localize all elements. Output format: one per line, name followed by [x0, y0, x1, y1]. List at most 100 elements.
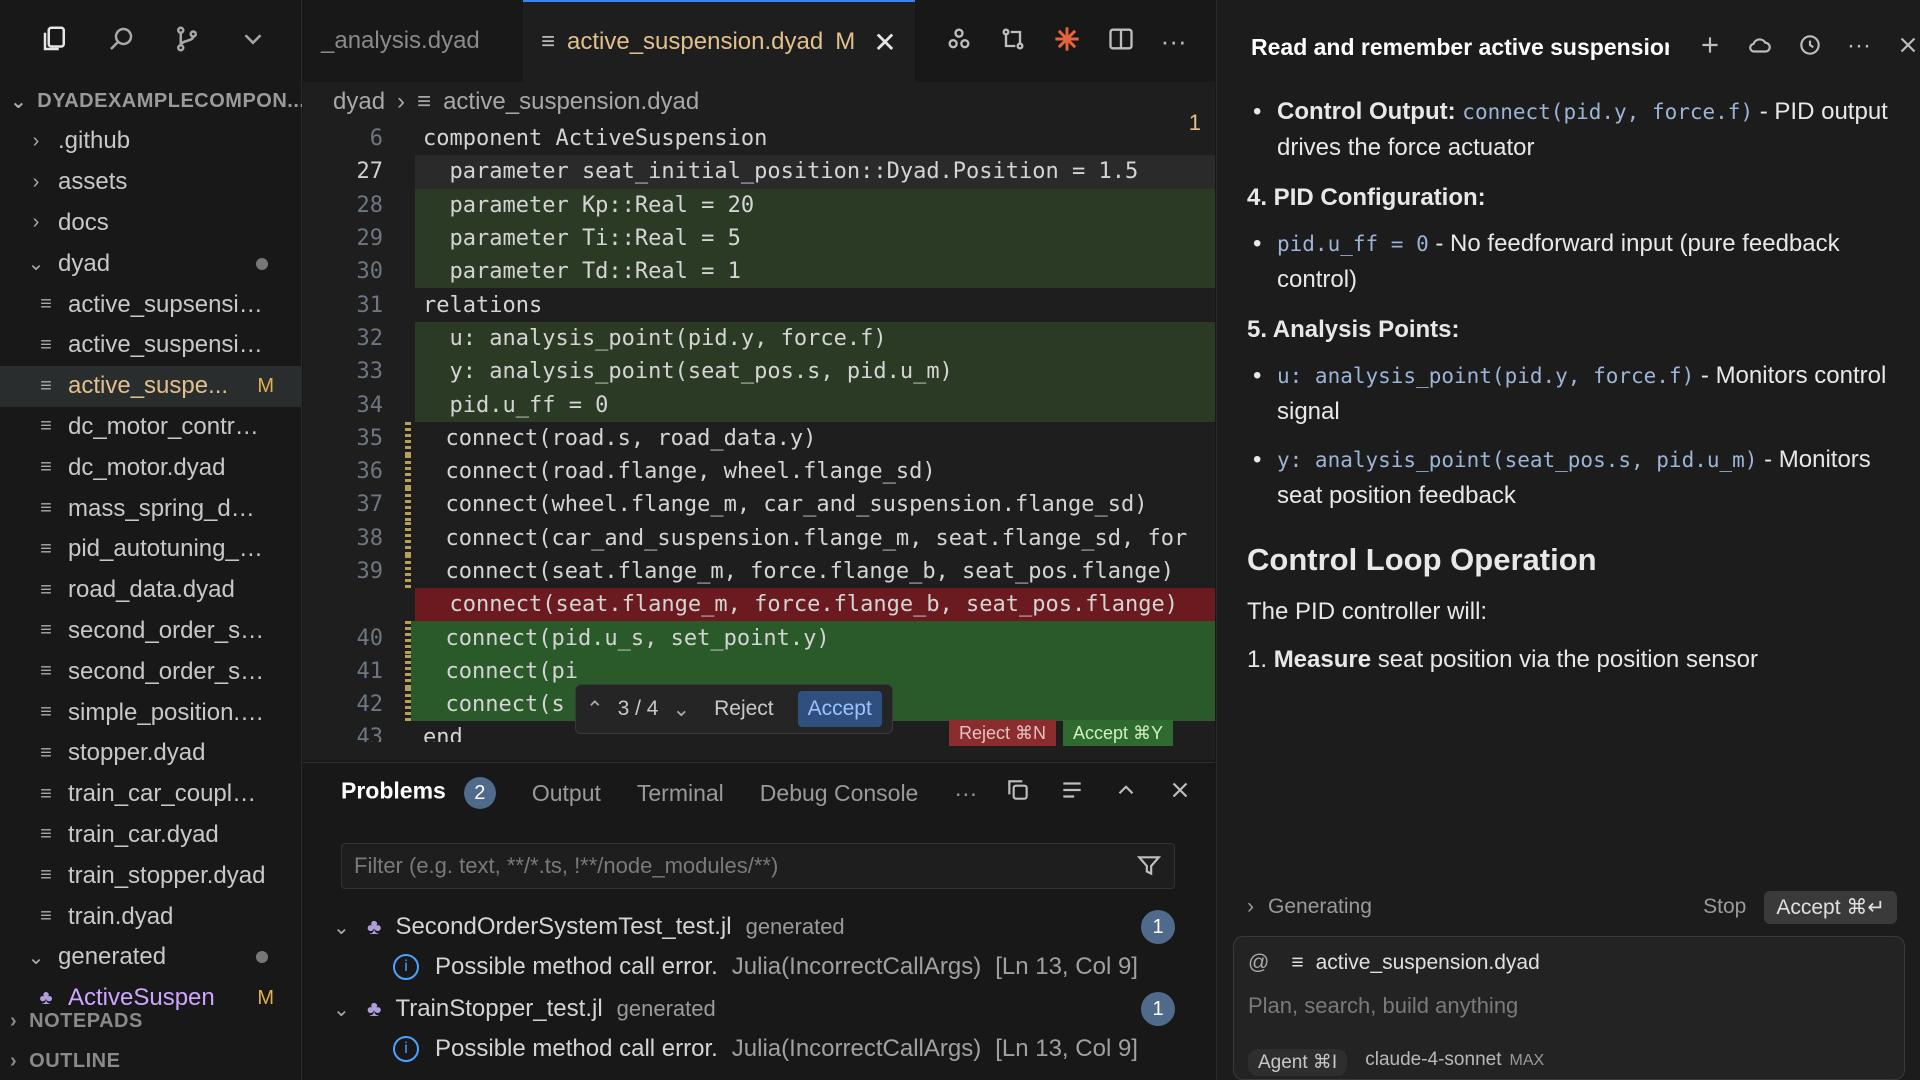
tree-folder[interactable]: ⌄ generated: [0, 937, 302, 978]
tree-folder[interactable]: › assets: [0, 162, 302, 203]
code-line[interactable]: 39 connect(seat.flange_m, force.flange_b…: [303, 554, 1215, 589]
filter-icon[interactable]: [1136, 853, 1162, 879]
tree-file[interactable]: ≡ second_order_syst...: [0, 611, 302, 652]
problem-message[interactable]: i Possible method call error. Julia(Incorr…: [393, 947, 1138, 987]
explorer-root-title[interactable]: ⌄ DYADEXAMPLECOMPON...: [0, 84, 302, 118]
code-line[interactable]: 33 y: analysis_point(seat_pos.s, pid.u_m…: [303, 355, 1215, 389]
code-text: relations: [423, 292, 543, 318]
close-icon[interactable]: [1167, 777, 1193, 808]
list-icon[interactable]: [1059, 777, 1085, 808]
code-line[interactable]: 6 component ActiveSuspension: [303, 122, 1215, 155]
chevron-up-icon[interactable]: ⌃: [586, 697, 604, 722]
tree-file[interactable]: ≡ second_order_syst...: [0, 651, 302, 692]
code-area[interactable]: 6 component ActiveSuspension 27 parameter …: [303, 122, 1215, 742]
code-line[interactable]: 28 parameter Kp::Real = 20: [303, 188, 1215, 222]
section-heading: Control Loop Operation: [1247, 542, 1597, 577]
tab-problems[interactable]: Problems 2: [341, 777, 496, 809]
reject-shortcut-button[interactable]: Reject ⌘N: [949, 720, 1057, 746]
split-editor-icon[interactable]: [1107, 25, 1135, 58]
cloud-icon[interactable]: [1747, 32, 1773, 63]
reject-button[interactable]: Reject: [704, 691, 784, 727]
code-text: connect(wheel.flange_m, car_and_suspensi…: [419, 492, 1148, 518]
code-text: pid.u_ff = 0: [415, 388, 1215, 422]
code-line[interactable]: 36 connect(road.flange, wheel.flange_sd): [303, 454, 1215, 489]
code-line[interactable]: 37 connect(wheel.flange_m, car_and_suspe…: [303, 488, 1215, 522]
context-chip[interactable]: @ ≡ active_suspension.dyad: [1248, 951, 1540, 975]
tree-file[interactable]: ≡ train.dyad: [0, 896, 302, 937]
close-icon[interactable]: ✕: [873, 26, 896, 59]
tab-terminal[interactable]: Terminal: [637, 780, 724, 807]
problem-message[interactable]: i Possible method call error. Julia(Incorr…: [393, 1029, 1138, 1069]
problem-count-badge: 1: [1141, 910, 1175, 944]
tab-active-suspension[interactable]: ≡ active_suspension.dyad M ✕: [523, 0, 915, 82]
code-text: connect(seat.flange_m, force.flange_b, s…: [419, 559, 1174, 584]
chevron-down-icon[interactable]: [238, 24, 268, 59]
tree-file[interactable]: ≡ train_car_coupler.d...: [0, 774, 302, 815]
chat-input[interactable]: @ ≡ active_suspension.dyad Plan, search,…: [1233, 936, 1905, 1080]
problems-filter-input[interactable]: Filter (e.g. text, **/*.ts, !**/node_mod…: [341, 843, 1175, 889]
tree-item-label: docs: [58, 208, 109, 236]
agent-mode-dropdown[interactable]: Agent ⌘I: [1248, 1049, 1348, 1076]
chevron-down-icon[interactable]: ⌄: [672, 697, 690, 722]
outline-section[interactable]: › OUTLINE: [0, 1042, 302, 1080]
code-line[interactable]: 27 parameter seat_initial_position::Dyad…: [303, 155, 1215, 189]
close-icon[interactable]: [1895, 32, 1920, 63]
tree-file[interactable]: ≡ dc_motor_controll...: [0, 407, 302, 448]
code-line[interactable]: 29 parameter Ti::Real = 5: [303, 221, 1215, 256]
tree-folder[interactable]: › .github: [0, 121, 302, 162]
accept-button[interactable]: Accept: [797, 691, 882, 727]
compare-changes-icon[interactable]: [999, 25, 1027, 58]
stop-button[interactable]: Stop: [1703, 895, 1746, 919]
tree-file[interactable]: ≡ mass_spring_dam...: [0, 488, 302, 529]
problem-file-group[interactable]: ⌄ ♣ SecondOrderSystemTest_test.jl generated…: [333, 907, 1193, 947]
model-selector[interactable]: claude-4-sonnet MAX: [1365, 1049, 1544, 1076]
list-item: u: analysis_point(pid.y, force.f) - Moni…: [1253, 358, 1907, 430]
code-line[interactable]: 35 connect(road.s, road_data.y): [303, 421, 1215, 455]
breadcrumb-folder[interactable]: dyad: [333, 88, 385, 116]
tree-file[interactable]: ≡ simple_position.dy...: [0, 692, 302, 733]
tab-output[interactable]: Output: [532, 780, 601, 807]
tree-file[interactable]: ≡ pid_autotuning_an...: [0, 529, 302, 570]
search-icon[interactable]: [106, 24, 136, 59]
accept-shortcut-button[interactable]: Accept ⌘Y: [1063, 720, 1174, 746]
mention-icon[interactable]: @: [1248, 951, 1269, 975]
tree-folder[interactable]: ⌄ dyad: [0, 243, 302, 284]
copy-icon[interactable]: [1005, 777, 1031, 808]
tree-item-label: active_suspension...: [68, 331, 268, 359]
tree-file[interactable]: ≡ active_suspe... M: [0, 365, 302, 407]
notepads-section[interactable]: › NOTEPADS: [0, 1002, 302, 1040]
code-line[interactable]: 30 parameter Td::Real = 1: [303, 255, 1215, 289]
source-control-icon[interactable]: [172, 24, 202, 59]
more-icon[interactable]: ···: [1847, 32, 1871, 63]
tree-file[interactable]: ≡ train_car.dyad: [0, 815, 302, 856]
tree-file[interactable]: ≡ active_supsension...: [0, 284, 302, 325]
tree-file[interactable]: ≡ dc_motor.dyad: [0, 447, 302, 488]
tree-file[interactable]: ≡ road_data.dyad: [0, 570, 302, 611]
code-line[interactable]: 34 pid.u_ff = 0: [303, 388, 1215, 422]
tree-file[interactable]: ≡ stopper.dyad: [0, 733, 302, 774]
problem-file-group[interactable]: ⌄ ♣ TrainStopper_test.jl generated 1: [333, 989, 1193, 1029]
dyad-icon[interactable]: [945, 25, 973, 58]
more-icon[interactable]: ···: [954, 780, 977, 807]
chevron-up-icon[interactable]: [1113, 777, 1139, 808]
code-line[interactable]: connect(seat.flange_m, force.flange_b, s…: [303, 588, 1215, 622]
code-line[interactable]: 38 connect(car_and_suspension.flange_m, …: [303, 521, 1215, 555]
tab-analysis[interactable]: _analysis.dyad: [303, 0, 523, 82]
history-icon[interactable]: [1797, 32, 1823, 63]
code-line[interactable]: 31 relations: [303, 288, 1215, 321]
tree-file[interactable]: ≡ train_stopper.dyad: [0, 855, 302, 896]
breadcrumb-file[interactable]: active_suspension.dyad: [443, 88, 699, 116]
claude-icon[interactable]: [1053, 25, 1081, 58]
tree-folder[interactable]: › docs: [0, 203, 302, 244]
gutter-marker: [405, 322, 415, 355]
chat-title[interactable]: Read and remember active suspension: [1251, 34, 1669, 61]
more-icon[interactable]: ···: [1161, 26, 1187, 57]
code-line[interactable]: 40 connect(pid.u_s, set_point.y): [303, 621, 1215, 655]
accept-all-button[interactable]: Accept ⌘↵: [1764, 890, 1897, 924]
file-icon: ≡: [40, 333, 52, 356]
tree-file[interactable]: ≡ active_suspension...: [0, 325, 302, 366]
code-line[interactable]: 32 u: analysis_point(pid.y, force.f): [303, 321, 1215, 356]
plus-icon[interactable]: [1697, 32, 1723, 63]
tab-debug-console[interactable]: Debug Console: [760, 780, 919, 807]
files-icon[interactable]: [40, 24, 70, 59]
